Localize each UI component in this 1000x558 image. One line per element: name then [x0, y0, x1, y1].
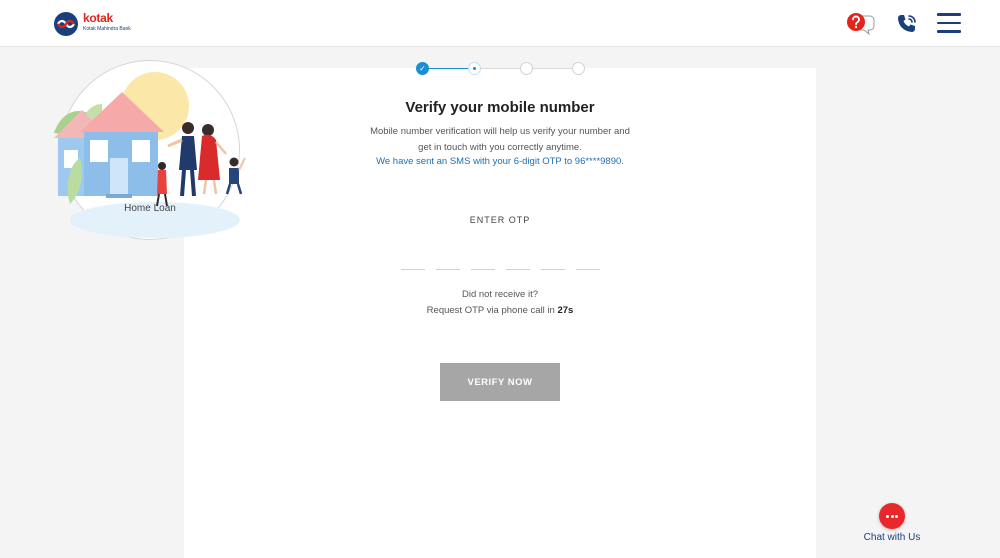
otp-digit-1[interactable]	[401, 256, 425, 270]
step-connector	[531, 68, 577, 69]
page-title: Verify your mobile number	[405, 99, 595, 116]
resend-question: Did not receive it?	[461, 289, 539, 300]
kotak-logo-icon	[54, 12, 78, 36]
phone-icon[interactable]	[895, 12, 919, 36]
verify-now-button[interactable]: VERIFY NOW	[440, 363, 560, 401]
otp-digit-4[interactable]	[506, 256, 530, 270]
menu-line	[937, 13, 961, 16]
home-loan-label: Home Loan	[124, 203, 176, 214]
menu-line	[937, 21, 961, 24]
help-chat-icon[interactable]	[845, 12, 875, 36]
otp-digit-6[interactable]	[576, 256, 600, 270]
chat-dot	[895, 515, 898, 518]
brand-name: kotak	[83, 11, 113, 25]
chat-dot	[886, 515, 889, 518]
step-2-current	[468, 62, 481, 75]
otp-label: ENTER OTP	[469, 215, 531, 225]
kotak-logo[interactable]: kotak Kotak Mahindra Bank	[54, 12, 144, 36]
resend-otp-text: Request OTP via phone call in 27s	[184, 305, 816, 316]
otp-digit-5[interactable]	[541, 256, 565, 270]
step-4	[572, 62, 585, 75]
chat-icon[interactable]	[879, 503, 905, 529]
otp-digit-3[interactable]	[471, 256, 495, 270]
description-line-1: Mobile number verification will help us …	[370, 126, 630, 137]
brand-subtitle: Kotak Mahindra Bank	[83, 26, 131, 32]
menu-line	[937, 30, 961, 33]
hamburger-menu-icon[interactable]	[937, 13, 961, 35]
verification-description: Mobile number verification will help us …	[184, 124, 816, 156]
resend-call-text: Request OTP via phone call in	[426, 305, 555, 316]
sms-sent-notice: We have sent an SMS with your 6-digit OT…	[376, 156, 624, 167]
description-line-2: get in touch with you correctly anytime.	[418, 142, 582, 153]
resend-timer: 27s	[557, 305, 574, 316]
top-navigation-bar: kotak Kotak Mahindra Bank	[0, 0, 1000, 47]
chat-with-us-label[interactable]: Chat with Us	[850, 532, 934, 543]
otp-digit-2[interactable]	[436, 256, 460, 270]
step-3	[520, 62, 533, 75]
step-1-completed: ✓	[416, 62, 429, 75]
progress-stepper: ✓	[414, 60, 588, 78]
step-connector	[478, 68, 524, 69]
chat-dot	[890, 515, 894, 518]
